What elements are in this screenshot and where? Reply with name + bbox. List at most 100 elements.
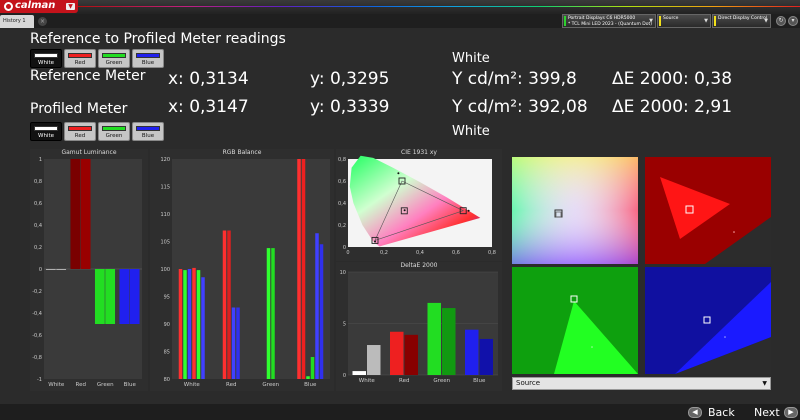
- blue-measured-marker: [724, 336, 726, 338]
- y-tick-label: 0,2: [338, 223, 346, 229]
- reference-y-value: y: 0,3295: [310, 69, 390, 89]
- y-tick-label: 110: [160, 212, 170, 218]
- swatch-red[interactable]: Red: [64, 49, 96, 68]
- reference-meter-label: Reference Meter: [30, 68, 146, 84]
- y-tick-label: 5: [343, 322, 346, 328]
- red-gamut-diagram: [645, 157, 771, 264]
- balance-bar: [315, 233, 319, 379]
- tab-close-icon[interactable]: ×: [38, 17, 47, 26]
- y-tick-label: 85: [164, 350, 170, 356]
- y-tick-label: 0: [343, 373, 346, 379]
- y-tick-label: 100: [160, 267, 170, 273]
- balance-bar: [187, 269, 192, 379]
- balance-bar: [301, 159, 306, 379]
- delta-e-bar: [427, 302, 441, 375]
- swatch-blue[interactable]: Blue: [132, 122, 164, 141]
- balance-bar: [192, 267, 196, 379]
- measured-marker: [467, 209, 470, 212]
- balance-bar: [306, 376, 310, 379]
- x-tick-label: Green: [433, 378, 450, 384]
- balance-bar: [236, 307, 240, 379]
- balance-bar: [227, 230, 231, 379]
- profiled-meter-label: Profiled Meter: [30, 101, 128, 117]
- measured-marker: [374, 240, 376, 243]
- next-arrow-icon[interactable]: ▶: [784, 407, 798, 418]
- y-tick-label: -0,4: [32, 311, 42, 317]
- title-bar: calman ▼: [0, 0, 800, 14]
- balance-bar: [201, 277, 205, 379]
- swatch-red[interactable]: Red: [64, 122, 96, 141]
- balance-bar: [319, 244, 324, 379]
- tab-history[interactable]: History 1: [0, 15, 34, 28]
- reference-delta-e-value: ΔE 2000: 0,38: [612, 69, 733, 89]
- balance-bar: [271, 248, 275, 379]
- cie-title: CIE 1931 xy: [401, 149, 437, 156]
- luminance-bar: [45, 269, 56, 270]
- source-device-name: Source: [663, 16, 679, 21]
- y-tick-label: 0: [343, 245, 346, 251]
- gamut-luminance-chart: 1 0,8 0,6 0,4 0,2 0 -0,2 -0,4 -0,6 -0,8 -1 White Red…: [32, 157, 142, 388]
- display-device-selector[interactable]: Portrait Displays C6 HDR5000 * TCL Mini …: [562, 14, 656, 28]
- luminance-bar: [70, 159, 81, 269]
- back-button[interactable]: Back: [708, 406, 735, 420]
- navigation-bar: [0, 404, 800, 420]
- swatch-green[interactable]: Green: [98, 122, 130, 141]
- balance-bar: [222, 230, 227, 379]
- delta-e-chart: 10 5 0 White Red Green Blue: [340, 270, 498, 384]
- reference-swatch-row: White Red Green Blue: [30, 49, 164, 68]
- luminance-bar: [105, 269, 116, 324]
- swatch-white[interactable]: White: [30, 122, 62, 141]
- profiled-swatch-row: White Red Green Blue: [30, 122, 164, 141]
- back-arrow-icon[interactable]: ◀: [688, 407, 702, 418]
- source-device-selector[interactable]: Source ▼: [657, 14, 711, 28]
- y-tick-label: 115: [160, 185, 170, 191]
- luminance-bar: [56, 269, 67, 270]
- x-tick-label: 0,4: [416, 250, 424, 256]
- next-button[interactable]: Next: [754, 406, 780, 420]
- control-device-selector[interactable]: Direct Display Control ▼: [712, 14, 771, 28]
- rgb-balance-panel: RGB Balance 120 115 110 105 100 95 90 85 80 White…: [150, 149, 334, 391]
- refresh-icon[interactable]: ↻: [776, 16, 786, 26]
- balance-bar: [231, 307, 236, 379]
- y-tick-label: 95: [164, 295, 170, 301]
- balance-bar: [297, 159, 301, 379]
- measured-marker: [403, 209, 406, 212]
- app-logo-text: calman: [15, 0, 56, 11]
- y-tick-label: -0,2: [32, 289, 42, 295]
- y-tick-label: 80: [164, 377, 170, 383]
- swatch-green[interactable]: Green: [98, 49, 130, 68]
- delta-e-bar: [442, 308, 456, 375]
- chevron-down-icon: ▼: [764, 18, 768, 24]
- x-tick-label: 0: [346, 250, 349, 256]
- y-tick-label: 0,6: [338, 179, 346, 185]
- gamut-source-value: Source: [516, 379, 541, 387]
- delta-e-bar: [352, 371, 366, 375]
- x-tick-label: Red: [76, 382, 86, 388]
- x-tick-label: 0,8: [488, 250, 496, 256]
- y-tick-label: 0: [39, 267, 42, 273]
- display-device-profile: * TCL Mini LED 2023 - (Quantum Dot): [568, 21, 653, 27]
- app-logo-button[interactable]: calman ▼: [0, 0, 78, 13]
- profiled-luminance-value: Y cd/m²: 392,08: [452, 97, 588, 117]
- y-tick-label: 0,4: [34, 223, 42, 229]
- y-tick-label: -0,8: [32, 355, 42, 361]
- balance-bar: [310, 357, 315, 379]
- green-gamut-diagram: [512, 267, 638, 374]
- swatch-white[interactable]: White: [30, 49, 62, 68]
- delta-e-title: DeltaE 2000: [400, 262, 438, 269]
- calman-logo-icon: [4, 2, 13, 11]
- y-tick-label: 0,8: [34, 179, 42, 185]
- y-tick-label: 0,4: [338, 201, 346, 207]
- control-device-name: Direct Display Control: [718, 16, 768, 21]
- balance-bar: [183, 270, 187, 379]
- profiled-patch-label: White: [452, 124, 490, 139]
- x-tick-label: White: [359, 378, 376, 384]
- y-tick-label: 120: [160, 157, 170, 163]
- balance-bar: [266, 248, 271, 379]
- swatch-blue[interactable]: Blue: [132, 49, 164, 68]
- settings-icon[interactable]: ▾: [788, 16, 798, 26]
- x-tick-label: White: [48, 382, 65, 388]
- gamut-source-select[interactable]: Source ▼: [512, 377, 771, 390]
- luminance-bar: [119, 269, 130, 324]
- delta-e-panel: DeltaE 2000 10 5 0 White Red Green Blue: [336, 262, 502, 391]
